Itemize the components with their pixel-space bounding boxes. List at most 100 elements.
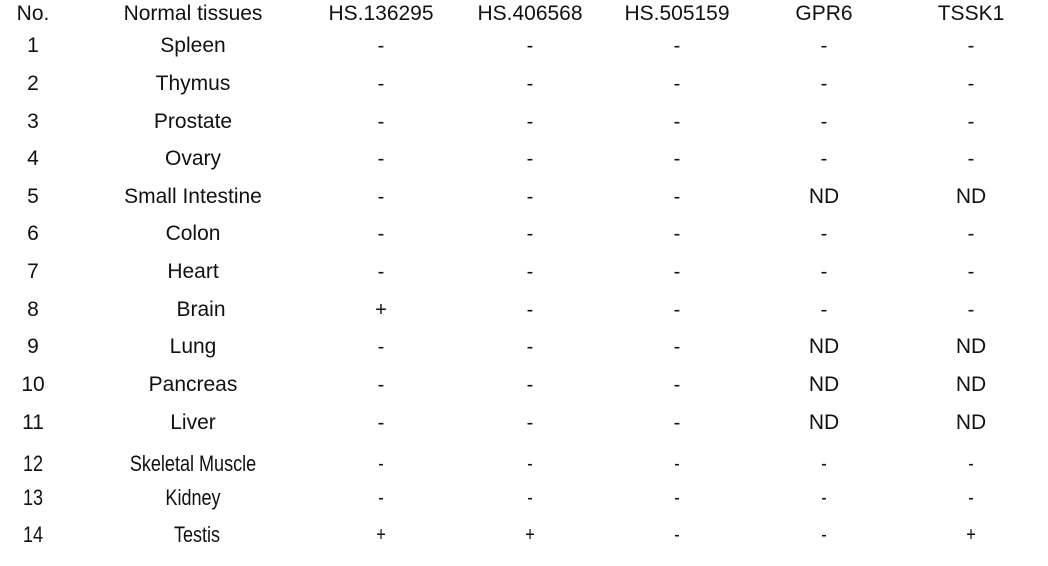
header-tissue: Normal tissues <box>123 2 263 25</box>
expression-value: + <box>966 524 976 546</box>
tissue-name: Heart <box>167 260 219 283</box>
expression-value: ND <box>808 335 840 358</box>
expression-value: - <box>673 336 681 358</box>
expression-value: - <box>968 453 974 475</box>
row-number: 7 <box>27 260 39 283</box>
expression-value: - <box>821 453 827 475</box>
expression-value: - <box>820 73 828 95</box>
expression-value: - <box>673 111 681 133</box>
expression-value: - <box>526 336 534 358</box>
expression-value: - <box>526 374 534 396</box>
header-tssk1: TSSK1 <box>937 2 1005 25</box>
expression-value: - <box>526 186 534 208</box>
expression-value: - <box>377 186 385 208</box>
tissue-name: Brain <box>176 298 226 321</box>
expression-value: - <box>967 73 975 95</box>
expression-value: ND <box>955 335 987 358</box>
expression-value: - <box>673 148 681 170</box>
header-hs505159: HS.505159 <box>624 2 730 25</box>
row-number: 13 <box>22 485 44 510</box>
row-number: 12 <box>22 451 44 476</box>
expression-value: - <box>821 487 827 509</box>
tissue-name: Colon <box>165 222 221 245</box>
expression-table: No. Normal tissues HS.136295 HS.406568 HS.50… <box>0 0 1048 566</box>
row-number: 11 <box>22 411 44 434</box>
expression-value: - <box>377 223 385 245</box>
header-no: No. <box>16 2 50 25</box>
tissue-name: Skeletal Muscle <box>129 451 257 476</box>
header-hs136295: HS.136295 <box>328 2 434 25</box>
expression-value: - <box>526 35 534 57</box>
expression-value: - <box>674 453 680 475</box>
expression-value: ND <box>808 411 840 434</box>
expression-value: - <box>526 73 534 95</box>
tissue-name: Ovary <box>164 147 222 170</box>
expression-value: - <box>377 261 385 283</box>
row-number: 8 <box>27 298 39 321</box>
expression-value: - <box>378 453 384 475</box>
tissue-name: Kidney <box>165 485 221 510</box>
expression-value: - <box>673 374 681 396</box>
expression-value: + <box>376 524 386 546</box>
row-number: 6 <box>27 222 39 245</box>
row-number: 5 <box>27 185 39 208</box>
expression-value: - <box>526 148 534 170</box>
expression-value: - <box>526 223 534 245</box>
row-number: 4 <box>27 147 39 170</box>
expression-value: - <box>673 35 681 57</box>
expression-value: ND <box>808 373 840 396</box>
expression-value: - <box>820 148 828 170</box>
expression-value: - <box>377 412 385 434</box>
expression-value: - <box>967 35 975 57</box>
expression-value: - <box>378 487 384 509</box>
expression-value: - <box>821 524 827 546</box>
row-number: 10 <box>21 373 45 396</box>
expression-value: - <box>377 73 385 95</box>
expression-value: - <box>377 336 385 358</box>
expression-value: - <box>377 374 385 396</box>
expression-value: - <box>674 524 680 546</box>
expression-value: - <box>673 223 681 245</box>
expression-value: - <box>377 148 385 170</box>
row-number: 1 <box>27 34 39 57</box>
tissue-name: Prostate <box>153 110 233 133</box>
expression-value: - <box>673 186 681 208</box>
expression-value: ND <box>955 373 987 396</box>
expression-value: - <box>673 412 681 434</box>
header-gpr6: GPR6 <box>795 2 853 25</box>
tissue-name: Pancreas <box>148 373 238 396</box>
tissue-name: Testis <box>173 522 221 547</box>
expression-value: - <box>674 487 680 509</box>
expression-value: - <box>820 111 828 133</box>
expression-value: + <box>375 299 387 321</box>
expression-value: - <box>820 261 828 283</box>
expression-value: + <box>525 524 535 546</box>
header-hs406568: HS.406568 <box>477 2 583 25</box>
expression-value: - <box>967 299 975 321</box>
expression-value: - <box>673 73 681 95</box>
expression-value: - <box>673 261 681 283</box>
expression-value: - <box>526 111 534 133</box>
expression-value: - <box>526 261 534 283</box>
expression-value: - <box>967 261 975 283</box>
expression-value: - <box>820 223 828 245</box>
expression-value: - <box>527 487 533 509</box>
expression-value: ND <box>808 185 840 208</box>
expression-value: ND <box>955 185 987 208</box>
expression-value: - <box>820 299 828 321</box>
expression-value: - <box>967 148 975 170</box>
expression-value: - <box>967 223 975 245</box>
expression-value: - <box>377 35 385 57</box>
row-number: 3 <box>27 110 39 133</box>
tissue-name: Liver <box>170 411 216 434</box>
tissue-name: Small Intestine <box>124 185 262 208</box>
expression-value: - <box>967 111 975 133</box>
expression-value: - <box>377 111 385 133</box>
row-number: 2 <box>27 72 39 95</box>
row-number: 9 <box>27 335 39 358</box>
expression-value: - <box>527 453 533 475</box>
expression-value: - <box>968 487 974 509</box>
tissue-name: Lung <box>169 335 217 358</box>
expression-value: - <box>673 299 681 321</box>
expression-value: ND <box>955 411 987 434</box>
